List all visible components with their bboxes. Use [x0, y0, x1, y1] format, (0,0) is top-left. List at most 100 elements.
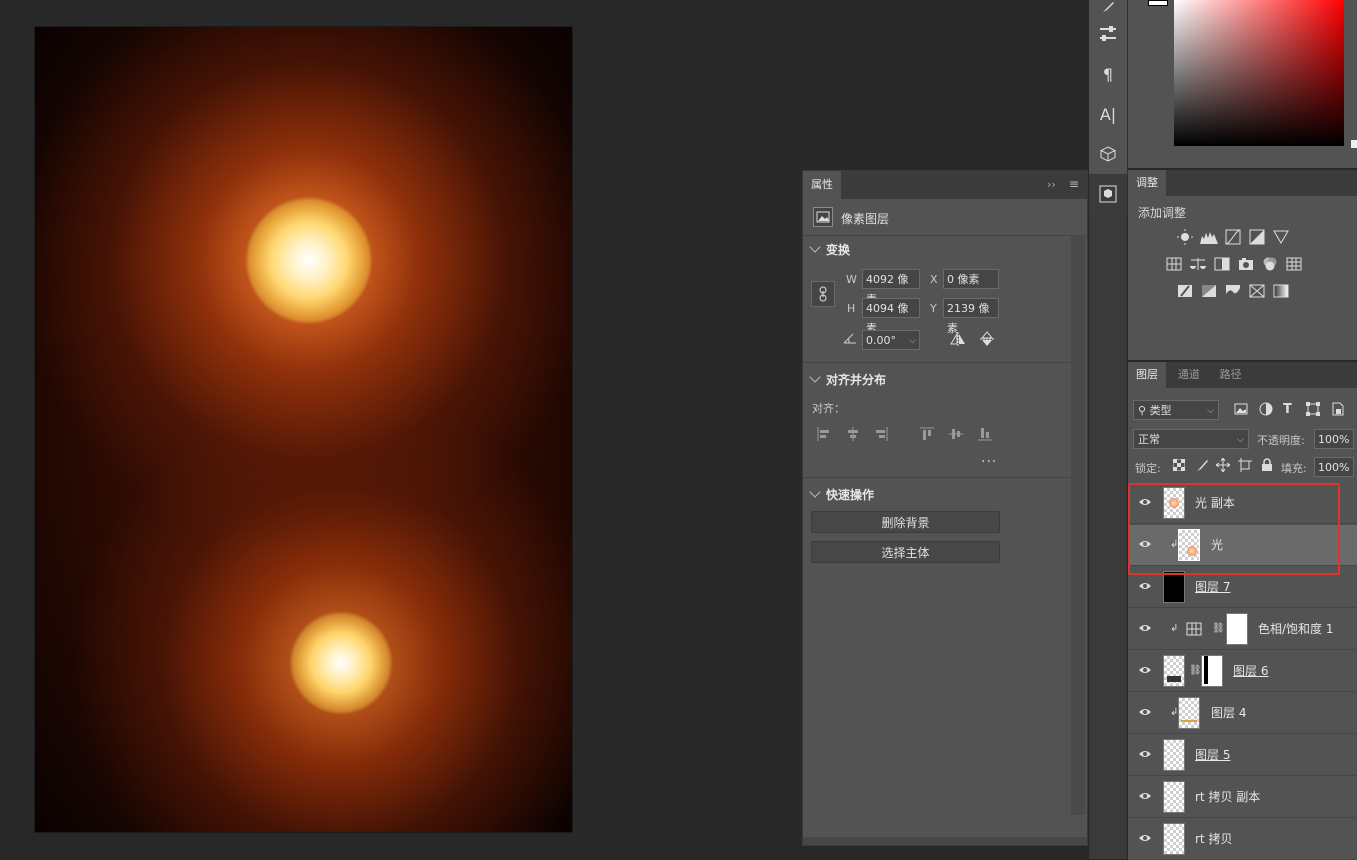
properties-scrollbar[interactable] [1071, 235, 1085, 815]
layer-thumbnail [1163, 571, 1185, 603]
angle-field[interactable]: 0.00° ⌵ [862, 330, 920, 350]
lock-transparent-icon[interactable] [1172, 458, 1186, 474]
layers-tabbar: 图层 通道 路径 [1128, 362, 1357, 388]
layers-panel: 图层 通道 路径 ⚲ 类型 ⌵ T 正常 ⌵ 不透明度: 100% 锁定: 填充… [1128, 362, 1357, 860]
tab-channels[interactable]: 通道 [1170, 362, 1208, 388]
align-section-header[interactable]: 对齐并分布 [809, 371, 886, 388]
invert-icon[interactable] [1176, 282, 1194, 300]
black-white-icon[interactable] [1213, 255, 1231, 273]
hue-saturation-icon[interactable] [1165, 255, 1183, 273]
align-center-h-icon[interactable] [846, 427, 860, 444]
collapse-panel-icon[interactable]: ›› [1047, 178, 1056, 191]
opacity-field[interactable]: 100% [1314, 429, 1354, 449]
flip-horizontal-icon[interactable] [950, 332, 966, 349]
eye-icon[interactable] [1138, 749, 1152, 759]
align-left-icon[interactable] [817, 427, 831, 444]
eye-icon[interactable] [1138, 707, 1152, 717]
hue-slider-marker[interactable] [1351, 140, 1357, 148]
cube-icon[interactable] [1089, 134, 1127, 174]
curves-icon[interactable] [1224, 228, 1242, 246]
tab-adjustments[interactable]: 调整 [1128, 170, 1166, 196]
posterize-icon[interactable] [1200, 282, 1218, 300]
brush-icon[interactable] [1089, 0, 1127, 14]
layer-row[interactable]: ↲ ⛓ 色相/饱和度 1 [1128, 609, 1357, 650]
layer-row[interactable]: ⛓ 图层 6 [1128, 651, 1357, 692]
layer-row[interactable]: ↲ 图层 4 [1128, 693, 1357, 734]
lock-position-icon[interactable] [1215, 457, 1231, 475]
eye-icon[interactable] [1138, 623, 1152, 633]
layer-name: 图层 6 [1233, 664, 1269, 678]
eye-icon[interactable] [1138, 791, 1152, 801]
quick-actions-section-header[interactable]: 快速操作 [809, 486, 874, 503]
photo-filter-icon[interactable] [1237, 255, 1255, 273]
color-picker-field[interactable] [1174, 0, 1344, 146]
opacity-label: 不透明度: [1257, 434, 1305, 447]
y-field[interactable]: 2139 像素 [943, 298, 999, 335]
width-field[interactable]: 4092 像素 [862, 269, 920, 306]
link-icon [819, 286, 827, 302]
paragraph-icon[interactable]: ¶ [1089, 54, 1127, 94]
lock-pixels-icon[interactable] [1195, 458, 1209, 475]
vibrance-icon[interactable] [1272, 228, 1290, 246]
tab-properties[interactable]: 属性 [803, 171, 841, 199]
levels-icon[interactable] [1200, 228, 1218, 246]
layer-name: rt 拷贝 副本 [1195, 790, 1261, 804]
properties-resize-handle[interactable] [803, 837, 1087, 845]
panel-menu-icon[interactable]: ≡ [1069, 177, 1079, 191]
lock-artboard-icon[interactable] [1238, 458, 1252, 475]
align-center-v-icon[interactable] [949, 427, 963, 444]
fill-label: 填充: [1281, 462, 1307, 475]
layer-row[interactable]: rt 拷贝 副本 [1128, 777, 1357, 818]
divider [803, 362, 1071, 363]
link-icon[interactable]: ⛓ [1212, 623, 1225, 634]
adjustments-tabbar: 调整 [1128, 170, 1357, 196]
gradient-map-icon[interactable] [1272, 282, 1290, 300]
angle-value: 0.00° [866, 334, 896, 347]
more-options-icon[interactable]: ··· [981, 454, 997, 470]
align-bottom-icon[interactable] [978, 427, 992, 444]
chevron-down-icon: ⌵ [1207, 406, 1214, 416]
height-field[interactable]: 4094 像素 [862, 298, 920, 335]
x-label: X [930, 273, 938, 286]
exposure-icon[interactable] [1248, 228, 1266, 246]
character-icon[interactable]: A| [1089, 94, 1127, 134]
tab-layers[interactable]: 图层 [1128, 362, 1166, 388]
transform-section-header[interactable]: 变换 [809, 241, 850, 258]
select-subject-button[interactable]: 选择主体 [811, 541, 1000, 563]
x-field[interactable]: 0 像素 [943, 269, 999, 289]
align-top-icon[interactable] [920, 427, 934, 444]
3d-material-icon[interactable] [1089, 174, 1127, 214]
layer-thumbnail [1163, 823, 1185, 855]
threshold-icon[interactable] [1224, 282, 1242, 300]
width-label: W [846, 273, 857, 286]
filter-type-icon[interactable]: T [1283, 402, 1292, 417]
flip-vertical-icon[interactable] [980, 331, 994, 350]
eye-icon[interactable] [1138, 833, 1152, 843]
brightness-icon[interactable] [1176, 228, 1194, 246]
filter-adjustment-icon[interactable] [1259, 402, 1273, 419]
blend-mode-dropdown[interactable]: 正常 ⌵ [1133, 429, 1249, 449]
remove-background-button[interactable]: 删除背景 [811, 511, 1000, 533]
selective-color-icon[interactable] [1248, 282, 1266, 300]
sliders-icon[interactable] [1089, 14, 1127, 54]
lock-all-icon[interactable] [1261, 458, 1273, 475]
filter-pixel-icon[interactable] [1234, 402, 1248, 419]
align-right-icon[interactable] [874, 427, 888, 444]
color-balance-icon[interactable] [1189, 255, 1207, 273]
eye-icon[interactable] [1138, 665, 1152, 675]
eye-icon[interactable] [1138, 581, 1152, 591]
link-dimensions-button[interactable] [811, 281, 835, 307]
fill-field[interactable]: 100% [1314, 457, 1354, 477]
foreground-swatch[interactable] [1148, 0, 1168, 6]
layer-row[interactable]: 图层 5 [1128, 735, 1357, 776]
filter-shape-icon[interactable] [1306, 402, 1320, 419]
filter-smart-object-icon[interactable] [1330, 402, 1344, 419]
pixel-layer-icon [813, 207, 833, 227]
tab-paths[interactable]: 路径 [1212, 362, 1250, 388]
layer-row[interactable]: rt 拷贝 [1128, 819, 1357, 860]
channel-mixer-icon[interactable] [1261, 255, 1279, 273]
document-canvas[interactable] [35, 27, 572, 832]
color-lookup-icon[interactable] [1285, 255, 1303, 273]
link-icon[interactable]: ⛓ [1189, 665, 1202, 676]
layer-filter-dropdown[interactable]: ⚲ 类型 ⌵ [1133, 400, 1219, 420]
